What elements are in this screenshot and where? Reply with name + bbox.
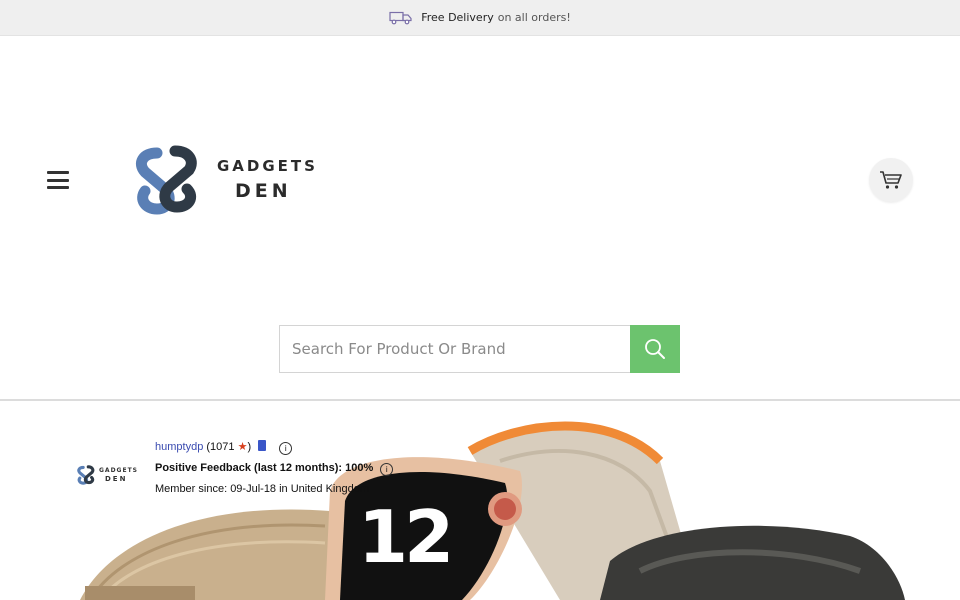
star-icon: ★ bbox=[237, 441, 248, 453]
hamburger-menu-icon[interactable] bbox=[47, 169, 69, 191]
site-logo[interactable]: GADGETS DEN bbox=[135, 145, 318, 215]
shopping-cart-icon bbox=[880, 171, 902, 189]
seller-name: humptydp bbox=[155, 441, 204, 453]
seller-badge-icon bbox=[258, 440, 267, 451]
seller-score: 1071 bbox=[210, 441, 235, 453]
truck-icon bbox=[389, 11, 413, 25]
watch-face-number: 12 bbox=[358, 495, 454, 579]
watches-image bbox=[80, 421, 905, 600]
mini-logo-line1: GADGETS bbox=[99, 466, 138, 474]
feedback-info-icon: i bbox=[380, 463, 394, 476]
search-input[interactable] bbox=[279, 325, 630, 373]
seller-info: humptydp (1071 ★) i Positive Feedback (l… bbox=[155, 437, 394, 500]
promo-bar: Free Delivery on all orders! bbox=[0, 0, 960, 36]
search-button[interactable] bbox=[630, 325, 680, 373]
search-bar bbox=[279, 325, 680, 373]
promo-strong-text: Free Delivery bbox=[421, 11, 494, 24]
mini-logo-mark-icon bbox=[77, 465, 95, 485]
hero-banner[interactable]: 12 GADGETS DEN humptydp (1071 ★) i Posit… bbox=[0, 401, 960, 600]
mini-logo-line2: DEN bbox=[105, 474, 128, 483]
logo-line2: DEN bbox=[235, 180, 292, 202]
hero-mini-logo: GADGETS DEN bbox=[77, 465, 138, 485]
feedback-line: Positive Feedback (last 12 months): 100%… bbox=[155, 458, 394, 479]
seller-line: humptydp (1071 ★) i bbox=[155, 437, 393, 458]
seller-feedback: Positive Feedback (last 12 months): 100% bbox=[155, 462, 374, 474]
info-icon: i bbox=[279, 442, 293, 455]
logo-line1: GADGETS bbox=[217, 157, 318, 175]
cart-button[interactable] bbox=[869, 158, 913, 202]
logo-mark-icon bbox=[136, 145, 197, 215]
promo-rest-text: on all orders! bbox=[497, 11, 571, 24]
search-icon bbox=[645, 339, 665, 359]
member-since: Member since: 09-Jul-18 in United Kingdo… bbox=[155, 483, 369, 495]
